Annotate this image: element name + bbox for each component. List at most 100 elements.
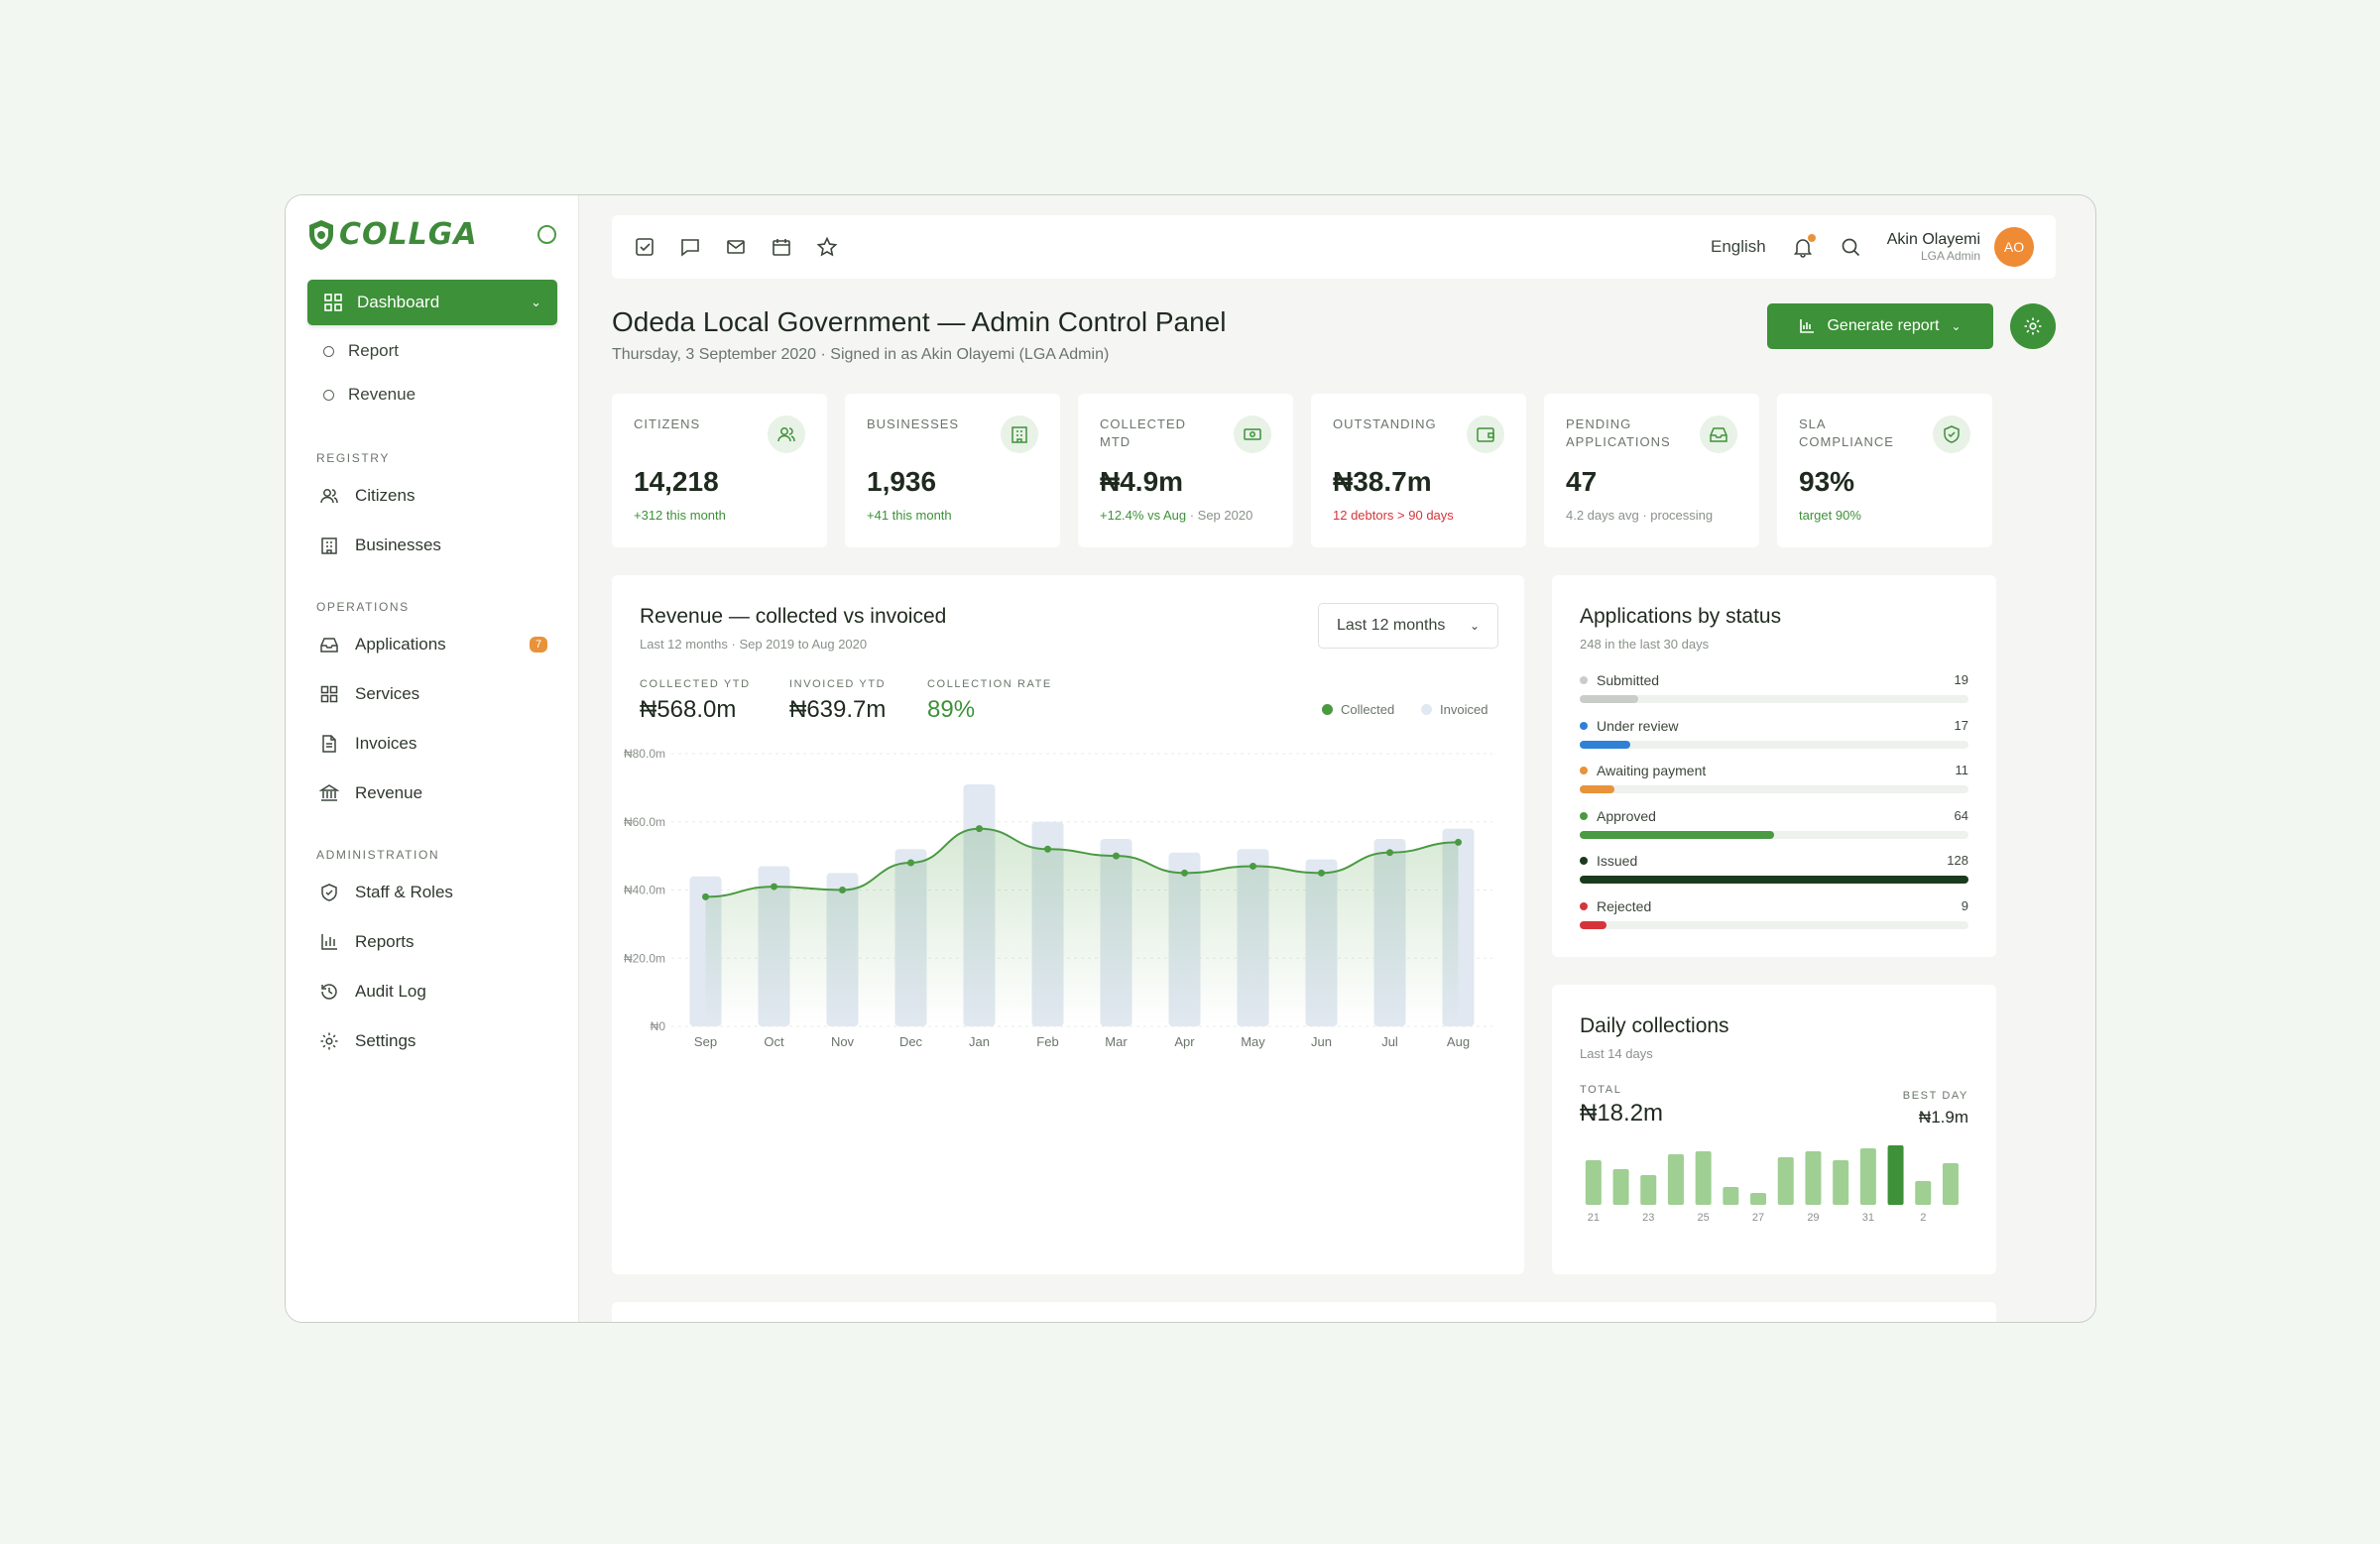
y-tick-label: ₦20.0m — [624, 951, 665, 965]
nav-services[interactable]: Services — [319, 684, 557, 704]
collected-point — [1318, 869, 1325, 877]
kpi-note: +12.4% vs Aug · Sep 2020 — [1100, 508, 1252, 523]
user-name: Akin Olayemi — [1886, 231, 1980, 249]
collected-point — [1044, 845, 1051, 853]
kpi-label: OUTSTANDING — [1333, 416, 1437, 431]
status-fill — [1580, 920, 1607, 929]
nav-businesses[interactable]: Businesses — [319, 535, 557, 555]
bank-icon — [319, 784, 339, 801]
search-icon[interactable] — [1840, 236, 1861, 258]
shield-check-icon — [1933, 416, 1970, 453]
applications-title: Applications by status — [1580, 605, 1782, 628]
status-row[interactable]: Submitted 19 — [1580, 672, 1968, 703]
brand-logo[interactable]: COLLGA — [307, 217, 478, 252]
daily-tick-label: 25 — [1698, 1212, 1710, 1224]
kpi-card-citizens[interactable]: CITIZENS 14,218 +312 this month — [612, 394, 827, 547]
applications-count-badge: 7 — [530, 637, 547, 653]
nav-settings[interactable]: Settings — [319, 1031, 557, 1051]
x-tick-label: Dec — [899, 1034, 923, 1049]
section-label-operations: OPERATIONS — [316, 600, 410, 614]
notification-dot — [1807, 234, 1816, 242]
x-tick-label: Jan — [969, 1034, 990, 1049]
range-dropdown-value: Last 12 months — [1337, 617, 1446, 634]
nav-citizens[interactable]: Citizens — [319, 486, 557, 506]
status-row[interactable]: Issued 128 — [1580, 853, 1968, 884]
calendar-icon[interactable] — [771, 236, 792, 258]
nav-reports[interactable]: Reports — [319, 932, 557, 952]
daily-total-value: ₦18.2m — [1580, 1100, 1664, 1127]
circle-icon — [323, 389, 334, 401]
daily-bar — [1585, 1160, 1602, 1205]
user-info[interactable]: Akin Olayemi LGA Admin — [1887, 230, 1980, 264]
status-fill — [1580, 785, 1615, 793]
status-label: Rejected — [1580, 898, 1968, 914]
legend-collected: Collected — [1322, 702, 1394, 717]
legend-swatch — [1322, 704, 1333, 715]
daily-chart: 21 23 25 27 29 31 2 — [1585, 1145, 1959, 1224]
kpi-card-outstanding[interactable]: OUTSTANDING ₦38.7m 12 debtors > 90 days — [1311, 394, 1526, 547]
status-fill — [1580, 830, 1774, 839]
language-selector[interactable]: English — [1711, 237, 1766, 257]
x-tick-label: Jun — [1311, 1034, 1332, 1049]
mail-icon[interactable] — [725, 236, 747, 258]
page-title: Odeda Local Government — Admin Control P… — [612, 306, 1227, 337]
nav-sub-revenue[interactable]: Revenue — [323, 385, 416, 405]
revenue-card: Revenue — collected vs invoiced Last 12 … — [612, 575, 1524, 1274]
status-row[interactable]: Awaiting payment 11 — [1580, 763, 1969, 793]
chevron-down-icon: ⌄ — [1469, 619, 1480, 633]
nav-staff-roles[interactable]: Staff & Roles — [319, 883, 557, 902]
collected-area — [705, 828, 1459, 1026]
avatar[interactable]: AO — [1994, 227, 2034, 267]
nav-audit-log-label: Audit Log — [355, 982, 426, 1001]
stat-label-collected: COLLECTED YTD — [640, 678, 751, 690]
daily-best-label: BEST DAY — [1902, 1090, 1968, 1102]
notifications-button[interactable] — [1792, 234, 1816, 258]
nav-revenue[interactable]: Revenue — [319, 783, 557, 803]
status-indicator[interactable] — [537, 225, 556, 244]
gear-icon — [320, 1032, 338, 1050]
status-count: 11 — [1955, 763, 1969, 777]
nav-invoices-label: Invoices — [355, 734, 417, 753]
checkbox-icon[interactable] — [634, 236, 655, 258]
status-row[interactable]: Rejected 9 — [1580, 898, 1968, 929]
status-track — [1580, 920, 1968, 929]
main-content: English Akin Olayemi LGA Admin AO Odeda … — [579, 195, 2095, 1322]
generate-report-button[interactable]: Generate report ⌄ — [1767, 303, 1993, 349]
status-dot — [1580, 857, 1588, 865]
kpi-card-businesses[interactable]: BUSINESSES 1,936 +41 this month — [845, 394, 1060, 547]
status-row[interactable]: Approved 64 — [1580, 808, 1968, 839]
x-tick-label: May — [1241, 1034, 1265, 1049]
status-label: Submitted — [1580, 672, 1968, 688]
range-dropdown[interactable]: Last 12 months ⌄ — [1318, 603, 1498, 649]
daily-bar — [1667, 1154, 1684, 1205]
status-row[interactable]: Under review 17 — [1580, 718, 1968, 749]
revenue-subtitle: Last 12 months · Sep 2019 to Aug 2020 — [640, 637, 868, 652]
star-icon[interactable] — [816, 236, 838, 258]
applications-subtitle: 248 in the last 30 days — [1580, 637, 1710, 652]
kpi-card-collected[interactable]: COLLECTED MTD ₦4.9m +12.4% vs Aug · Sep … — [1078, 394, 1293, 547]
bar-chart-icon — [1800, 319, 1815, 333]
nav-applications[interactable]: Applications 7 — [319, 635, 557, 654]
kpi-card-sla[interactable]: SLA COMPLIANCE 93% target 90% — [1777, 394, 1992, 547]
kpi-note-extra: · Sep 2020 — [1186, 508, 1253, 523]
nav-audit-log[interactable]: Audit Log — [319, 982, 557, 1002]
bar-chart-icon — [321, 934, 337, 950]
kpi-note: 4.2 days avg · processing — [1566, 508, 1714, 523]
collected-point — [1181, 869, 1188, 877]
collected-point — [976, 825, 983, 833]
legend-label: Invoiced — [1440, 702, 1488, 717]
nav-dashboard[interactable]: Dashboard ⌄ — [307, 280, 557, 325]
sidebar: COLLGA Dashboard ⌄ Report Revenue REGIST… — [286, 195, 579, 1322]
kpi-card-pending[interactable]: PENDING APPLICATIONS 47 4.2 days avg · p… — [1544, 394, 1759, 547]
chat-icon[interactable] — [679, 236, 701, 258]
settings-button[interactable] — [2010, 303, 2056, 349]
status-dot — [1580, 901, 1588, 910]
kpi-note: +41 this month — [867, 508, 952, 523]
status-name: Rejected — [1597, 897, 1652, 914]
kpi-note: target 90% — [1799, 508, 1861, 523]
nav-invoices[interactable]: Invoices — [319, 734, 557, 754]
nav-sub-report[interactable]: Report — [323, 341, 399, 361]
stat-value-rate: 89% — [927, 696, 976, 723]
daily-bar — [1777, 1157, 1794, 1205]
daily-tick-label: 29 — [1807, 1212, 1819, 1224]
